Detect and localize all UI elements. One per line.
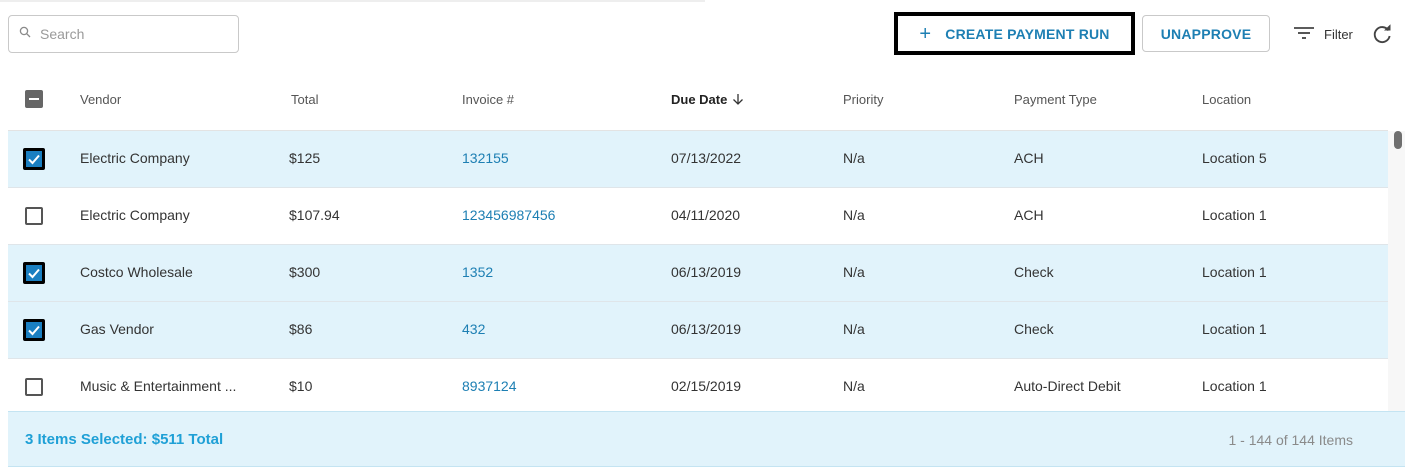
location-cell: Location 1: [1202, 207, 1267, 223]
checkmark-icon: [28, 154, 40, 165]
location-cell: Location 1: [1202, 378, 1267, 394]
refresh-icon: [1373, 24, 1391, 44]
due-date-cell: 06/13/2019: [671, 321, 742, 337]
vendor-cell: Electric Company: [80, 150, 190, 166]
due-date-cell: 06/13/2019: [671, 264, 742, 280]
priority-cell: N/a: [843, 207, 865, 223]
due-date-cell: 07/13/2022: [671, 150, 742, 166]
column-header-location[interactable]: Location: [1202, 92, 1251, 107]
payment-type-cell: Check: [1014, 264, 1054, 280]
table-row[interactable]: Music & Entertainment ... $10 8937124 02…: [8, 359, 1388, 416]
refresh-button[interactable]: [1371, 23, 1393, 45]
filter-label: Filter: [1324, 26, 1353, 42]
invoice-link[interactable]: 8937124: [462, 378, 517, 394]
table-row[interactable]: Gas Vendor $86 432 06/13/2019 N/a Check …: [8, 302, 1388, 359]
grid-header: Vendor Total Invoice # Due Date Priority…: [8, 67, 1388, 131]
priority-cell: N/a: [843, 264, 865, 280]
vendor-cell: Gas Vendor: [80, 321, 154, 337]
column-header-priority[interactable]: Priority: [843, 92, 883, 107]
row-checkbox[interactable]: [23, 319, 45, 341]
location-cell: Location 1: [1202, 264, 1267, 280]
unapprove-button[interactable]: UNAPPROVE: [1142, 15, 1270, 52]
location-cell: Location 5: [1202, 150, 1267, 166]
arrow-down-icon: [733, 94, 744, 105]
due-date-cell: 02/15/2019: [671, 378, 742, 394]
total-cell: $107.94: [289, 207, 340, 223]
select-all-checkbox[interactable]: [25, 90, 43, 108]
row-checkbox[interactable]: [25, 207, 43, 225]
pager-info: 1 - 144 of 144 Items: [1228, 432, 1353, 448]
selection-summary: 3 Items Selected: $511 Total: [25, 431, 224, 448]
payment-type-cell: ACH: [1014, 150, 1044, 166]
row-checkbox[interactable]: [23, 148, 45, 170]
checkmark-icon: [28, 268, 40, 279]
plus-icon: +: [919, 22, 932, 45]
due-date-header-label: Due Date: [671, 92, 728, 107]
column-header-due-date[interactable]: Due Date: [671, 92, 744, 107]
selection-footer: 3 Items Selected: $511 Total 1 - 144 of …: [8, 411, 1405, 467]
total-cell: $125: [289, 150, 321, 166]
vendor-cell: Costco Wholesale: [80, 264, 193, 280]
table-row[interactable]: Electric Company $125 132155 07/13/2022 …: [8, 131, 1388, 188]
column-header-total[interactable]: Total: [291, 92, 318, 107]
invoice-link[interactable]: 123456987456: [462, 207, 555, 223]
column-header-invoice[interactable]: Invoice #: [462, 92, 514, 107]
row-checkbox[interactable]: [25, 378, 43, 396]
checkmark-icon: [28, 325, 40, 336]
vendor-cell: Music & Entertainment ...: [80, 378, 237, 394]
total-cell: $10: [289, 378, 313, 394]
filter-icon: [1293, 25, 1315, 44]
column-header-vendor[interactable]: Vendor: [80, 92, 121, 107]
due-date-cell: 04/11/2020: [671, 207, 741, 223]
table-row[interactable]: Electric Company $107.94 123456987456 04…: [8, 188, 1388, 245]
location-cell: Location 1: [1202, 321, 1267, 337]
payment-type-cell: ACH: [1014, 207, 1044, 223]
vendor-cell: Electric Company: [80, 207, 190, 223]
invoice-link[interactable]: 1352: [462, 264, 493, 280]
invoice-link[interactable]: 432: [462, 321, 485, 337]
priority-cell: N/a: [843, 321, 865, 337]
payment-type-cell: Check: [1014, 321, 1054, 337]
priority-cell: N/a: [843, 378, 865, 394]
total-cell: $86: [289, 321, 313, 337]
row-checkbox[interactable]: [23, 262, 45, 284]
invoice-link[interactable]: 132155: [462, 150, 509, 166]
filter-button[interactable]: Filter: [1284, 22, 1353, 46]
total-cell: $300: [289, 264, 321, 280]
priority-cell: N/a: [843, 150, 865, 166]
scrollbar-thumb[interactable]: [1394, 131, 1402, 149]
create-payment-run-button[interactable]: + CREATE PAYMENT RUN: [894, 12, 1135, 55]
search-input[interactable]: [40, 26, 230, 42]
unapprove-label: UNAPPROVE: [1160, 25, 1252, 42]
payment-type-cell: Auto-Direct Debit: [1014, 378, 1121, 394]
invoice-grid: Vendor Total Invoice # Due Date Priority…: [8, 67, 1405, 467]
top-divider: [0, 0, 705, 2]
column-header-payment-type[interactable]: Payment Type: [1014, 92, 1097, 107]
table-row[interactable]: Costco Wholesale $300 1352 06/13/2019 N/…: [8, 245, 1388, 302]
search-field[interactable]: [8, 15, 239, 53]
vertical-scrollbar[interactable]: [1388, 131, 1405, 411]
create-payment-run-label: CREATE PAYMENT RUN: [945, 25, 1110, 42]
search-icon: [19, 25, 31, 43]
